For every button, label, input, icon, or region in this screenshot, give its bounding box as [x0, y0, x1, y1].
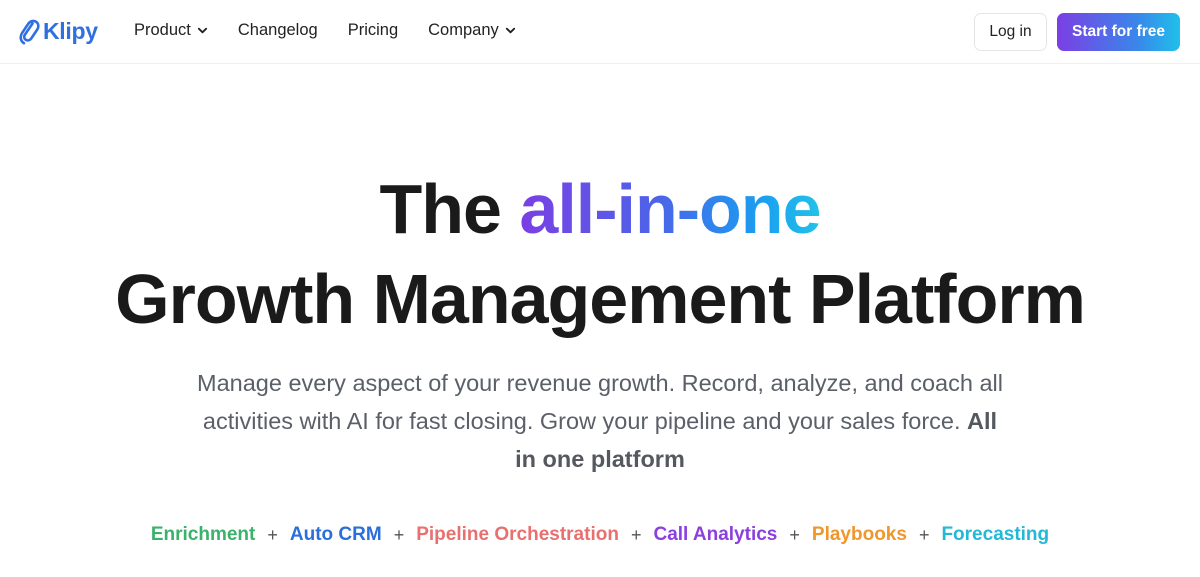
- feature-auto-crm[interactable]: Auto CRM: [290, 524, 382, 546]
- paperclip-icon: [19, 19, 40, 45]
- hero-title-line-1: The all-in-one: [0, 168, 1200, 250]
- plus-separator: +: [789, 524, 800, 545]
- top-navigation-bar: Klipy Product Changelog Pricing Company …: [0, 0, 1200, 64]
- nav-item-product[interactable]: Product: [134, 21, 208, 40]
- nav-item-pricing[interactable]: Pricing: [348, 21, 398, 40]
- hero-title-line-2: Growth Management Platform: [115, 260, 1086, 338]
- brand-logo-link[interactable]: Klipy: [18, 17, 98, 45]
- hero-subtitle-text: Manage every aspect of your revenue grow…: [197, 370, 1003, 434]
- brand-name: Klipy: [43, 17, 98, 44]
- feature-call-analytics[interactable]: Call Analytics: [653, 524, 777, 546]
- nav-item-label: Pricing: [347, 21, 399, 39]
- start-for-free-button[interactable]: Start for free: [1057, 13, 1180, 51]
- feature-playbooks[interactable]: Playbooks: [812, 524, 907, 546]
- feature-enrichment[interactable]: Enrichment: [151, 524, 256, 546]
- plus-separator: +: [267, 524, 278, 545]
- nav-item-company[interactable]: Company: [428, 21, 516, 40]
- plus-separator: +: [393, 524, 405, 545]
- plus-separator: +: [630, 524, 642, 545]
- nav-item-changelog[interactable]: Changelog: [238, 21, 318, 40]
- main-menu: Product Changelog Pricing Company: [134, 21, 516, 40]
- nav-item-label: Company: [428, 21, 499, 39]
- feature-forecasting[interactable]: Forecasting: [941, 524, 1049, 546]
- login-button[interactable]: Log in: [974, 13, 1047, 51]
- feature-list: Enrichment + Auto CRM + Pipeline Orchest…: [0, 524, 1200, 546]
- hero-subtitle: Manage every aspect of your revenue grow…: [190, 364, 1010, 478]
- chevron-down-icon: [505, 27, 515, 34]
- plus-separator: +: [918, 524, 930, 545]
- chevron-down-icon: [197, 27, 207, 34]
- nav-item-label: Product: [134, 21, 191, 39]
- hero-title-prefix: The: [379, 170, 520, 248]
- nav-item-label: Changelog: [237, 21, 318, 39]
- hero-title-highlight: all-in-one: [519, 170, 821, 248]
- feature-pipeline-orchestration[interactable]: Pipeline Orchestration: [416, 524, 619, 546]
